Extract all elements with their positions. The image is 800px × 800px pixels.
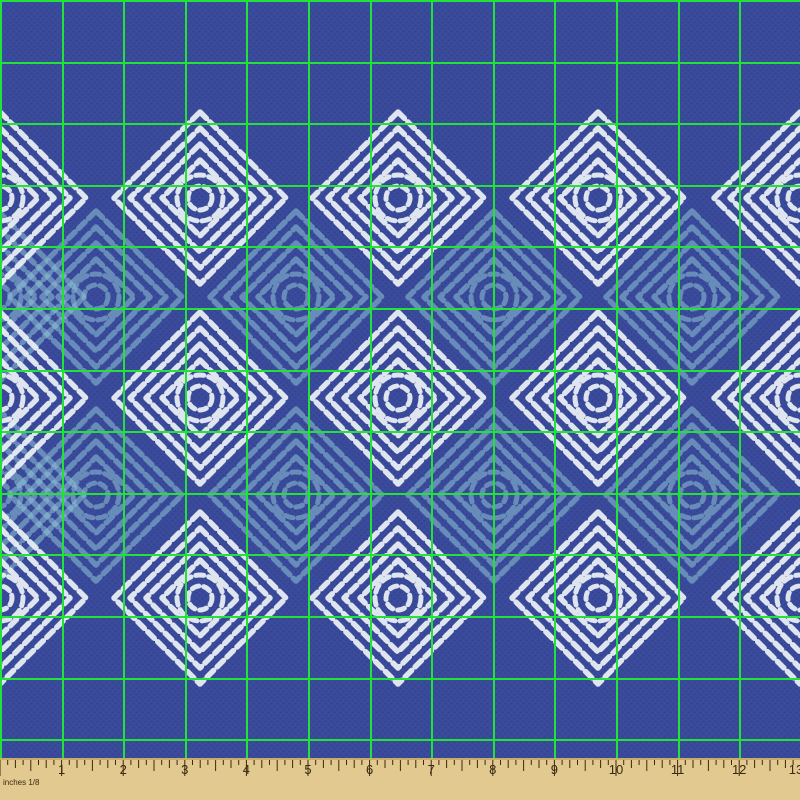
- ruler-number: 3: [181, 762, 188, 777]
- ruler-number: 9: [551, 762, 558, 777]
- ruler-number: 5: [304, 762, 311, 777]
- ruler-number: 7: [428, 762, 435, 777]
- ruler-number: 6: [366, 762, 373, 777]
- ruler-unit-label: inches 1/8: [3, 778, 40, 787]
- ruler-number: 12: [732, 762, 746, 777]
- ruler-number: 1: [58, 762, 65, 777]
- ruler-number: 10: [609, 762, 623, 777]
- ruler: 1 2 3 4 5 6 7 8 9 10 11 12 13 inches 1/8: [0, 758, 800, 800]
- ruler-number: 11: [671, 762, 685, 777]
- ruler-number: 13: [789, 762, 800, 777]
- ruler-edge: [0, 758, 800, 760]
- fabric-swatch-photo: 1 2 3 4 5 6 7 8 9 10 11 12 13 inches 1/8: [0, 0, 800, 800]
- ruler-number: 8: [489, 762, 496, 777]
- fabric-pattern: [0, 0, 800, 758]
- ruler-number: 4: [243, 762, 250, 777]
- ruler-number: 2: [120, 762, 127, 777]
